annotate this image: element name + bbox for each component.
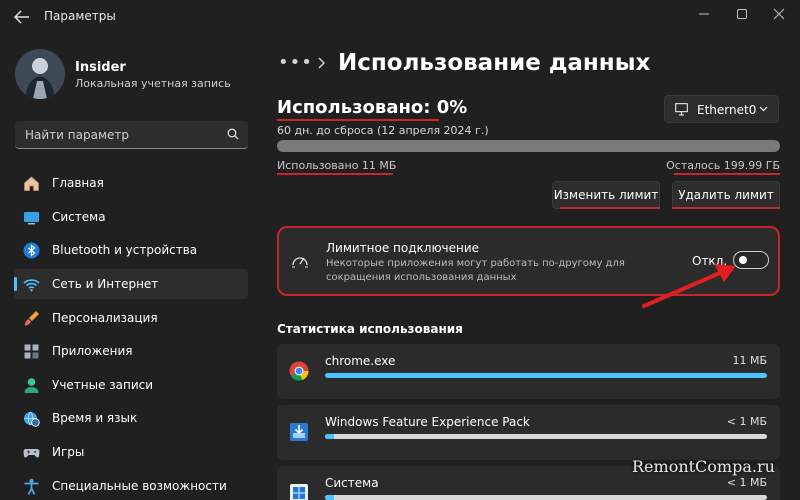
sidebar-item-label: Время и язык	[52, 411, 138, 425]
brush-icon	[24, 311, 39, 326]
accessibility-icon	[24, 478, 39, 495]
app-usage-fill	[325, 495, 334, 500]
gamepad-icon	[23, 449, 40, 458]
account-type: Локальная учетная запись	[75, 77, 231, 90]
sidebar-item-system[interactable]: Система	[14, 202, 248, 232]
app-size: 11 МБ	[732, 354, 767, 367]
sidebar-item-personalization[interactable]: Персонализация	[14, 303, 248, 333]
sidebar-item-network[interactable]: Сеть и Интернет	[14, 269, 248, 299]
app-usage-row[interactable]: Windows Feature Experience Pack < 1 МБ	[277, 405, 780, 460]
app-usage-fill	[325, 434, 334, 439]
minimize-icon[interactable]	[698, 8, 710, 20]
app-name: Windows Feature Experience Pack	[325, 415, 530, 429]
app-usage-row[interactable]: chrome.exe 11 МБ	[277, 344, 780, 399]
close-icon[interactable]	[773, 8, 785, 20]
sidebar-item-label: Персонализация	[52, 311, 158, 325]
back-arrow-icon[interactable]	[14, 10, 30, 24]
sidebar-item-apps[interactable]: Приложения	[14, 336, 248, 366]
stats-title: Статистика использования	[277, 322, 463, 336]
watermark: RemontCompa.ru	[632, 457, 775, 476]
sidebar-item-accounts[interactable]: Учетные записи	[14, 370, 248, 400]
app-usage-fill	[325, 373, 767, 378]
annotation-arrow-icon	[642, 264, 736, 308]
annotation-underline	[672, 207, 780, 209]
user-avatar-image	[15, 49, 65, 99]
search-placeholder: Найти параметр	[25, 128, 129, 142]
sidebar-item-label: Приложения	[52, 344, 133, 358]
sidebar-item-time-language[interactable]: Время и язык	[14, 403, 248, 433]
annotation-underline	[277, 173, 393, 175]
breadcrumb-overflow[interactable]: •••	[278, 52, 313, 73]
reset-info: 60 дн. до сброса (12 апреля 2024 г.)	[277, 124, 489, 137]
globe-clock-icon	[24, 411, 40, 427]
used-amount: Использовано 11 МБ	[277, 159, 397, 172]
app-usage-bar	[325, 373, 767, 378]
active-indicator	[14, 277, 17, 291]
app-size: < 1 МБ	[726, 476, 767, 489]
bluetooth-icon	[23, 242, 40, 259]
maximize-icon[interactable]	[736, 8, 748, 20]
chevron-down-icon	[759, 106, 768, 112]
sidebar-item-label: Сеть и Интернет	[52, 277, 159, 291]
app-size: < 1 МБ	[726, 415, 767, 428]
adapter-label: Ethernet0	[697, 103, 757, 117]
avatar[interactable]	[15, 49, 65, 99]
sidebar-item-gaming[interactable]: Игры	[14, 437, 248, 467]
sidebar-item-label: Система	[52, 210, 106, 224]
page-title: Использование данных	[338, 50, 651, 76]
app-name: chrome.exe	[325, 354, 396, 368]
metered-gauge-icon	[292, 257, 308, 268]
delete-limit-button[interactable]: Удалить лимит	[672, 181, 780, 209]
sidebar-item-accessibility[interactable]: Специальные возможности	[14, 471, 248, 500]
wifi-icon	[23, 279, 40, 292]
metered-title: Лимитное подключение	[326, 241, 480, 255]
chrome-icon	[289, 361, 309, 381]
adapter-dropdown[interactable]: Ethernet0	[664, 95, 779, 123]
annotation-underline	[560, 207, 660, 209]
apps-icon	[24, 344, 39, 359]
annotation-underline	[674, 173, 780, 175]
windows-system-icon	[290, 484, 308, 500]
sidebar-item-home[interactable]: Главная	[14, 168, 248, 198]
chevron-right-icon	[318, 57, 326, 69]
app-usage-bar	[325, 434, 767, 439]
sidebar-item-label: Специальные возможности	[52, 479, 227, 493]
remaining-amount: Осталось 199.99 ГБ	[666, 159, 780, 172]
usage-percent-title: Использовано: 0%	[277, 97, 468, 118]
monitor-icon	[675, 103, 688, 116]
account-icon	[24, 378, 39, 393]
annotation-underline	[277, 119, 439, 121]
sidebar-item-label: Игры	[52, 445, 85, 459]
change-limit-button[interactable]: Изменить лимит	[552, 181, 660, 209]
metered-description: Некоторые приложения могут работать по-д…	[326, 258, 625, 283]
home-icon	[24, 176, 39, 191]
sidebar-item-bluetooth[interactable]: Bluetooth и устройства	[14, 235, 248, 265]
app-name: Система	[325, 476, 379, 490]
system-icon	[24, 212, 39, 225]
usage-progress-bar	[277, 140, 780, 152]
title-bar: Параметры	[0, 0, 800, 32]
sidebar-item-label: Bluetooth и устройства	[52, 243, 198, 257]
window-title: Параметры	[44, 9, 116, 23]
sidebar-item-label: Главная	[52, 176, 104, 190]
app-usage-bar	[325, 495, 767, 500]
sidebar-item-label: Учетные записи	[52, 378, 154, 392]
feature-pack-icon	[290, 423, 308, 441]
user-name: Insider	[75, 60, 126, 75]
search-input[interactable]: Найти параметр	[15, 121, 248, 149]
search-icon	[227, 128, 239, 140]
